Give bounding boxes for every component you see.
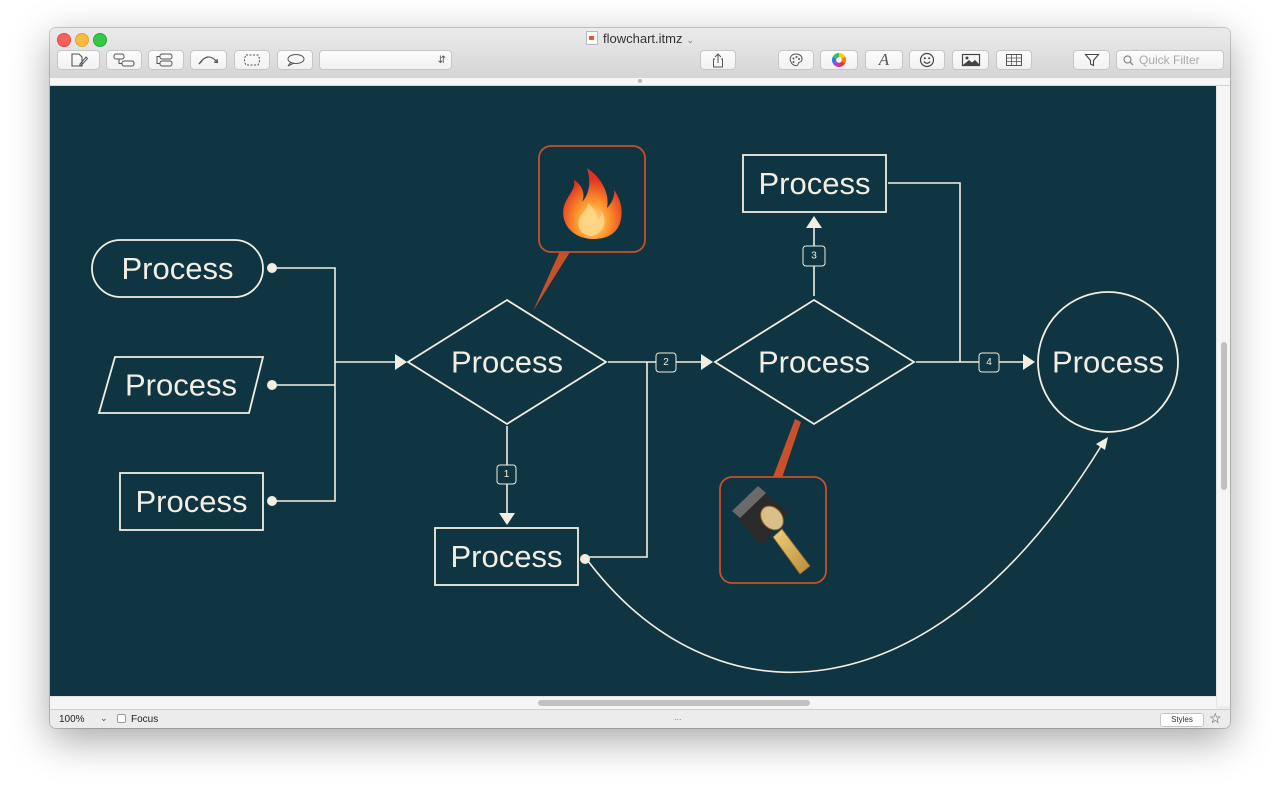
status-center-dots: ...	[674, 712, 682, 722]
styles-button[interactable]: Styles	[1160, 713, 1204, 727]
node-diamond-1[interactable]: Process	[406, 298, 608, 426]
badge-1[interactable]: 1	[496, 464, 517, 485]
new-topic-button[interactable]	[57, 50, 100, 70]
font-icon: A	[878, 50, 890, 69]
image-button[interactable]	[952, 50, 989, 70]
connector-rect-left[interactable]	[272, 362, 336, 502]
badge-3[interactable]: 3	[802, 245, 826, 267]
node-rect-top[interactable]: Process	[742, 154, 887, 213]
node-circle-label: Process	[1052, 345, 1164, 380]
style-popup[interactable]: ⇵	[319, 50, 452, 70]
star-icon[interactable]: ☆	[1209, 710, 1222, 727]
node-diamond-2-label: Process	[758, 345, 870, 380]
badge-4[interactable]: 4	[978, 352, 1000, 373]
new-topic-icon	[70, 53, 88, 67]
node-diamond-2[interactable]: Process	[713, 298, 916, 426]
relationship-button[interactable]	[190, 50, 227, 70]
endpoint-rect-bottom[interactable]	[580, 554, 590, 564]
callout-fire[interactable]	[533, 145, 646, 311]
new-sibling-button[interactable]	[148, 50, 184, 70]
status-bar: 100% ⌄ Focus ... Styles ☆	[50, 709, 1230, 728]
table-button[interactable]	[996, 50, 1032, 70]
arrowhead-curve	[1096, 437, 1108, 450]
horizontal-scroll-thumb[interactable]	[538, 700, 810, 706]
zoom-chevron-icon[interactable]: ⌄	[100, 713, 108, 724]
node-rect-bottom-label: Process	[451, 539, 563, 574]
badge-2[interactable]: 2	[655, 352, 677, 373]
node-diamond-1-label: Process	[451, 345, 563, 380]
palette-button[interactable]	[778, 50, 814, 70]
endpoint-parallelogram[interactable]	[267, 380, 277, 390]
vertical-scroll-thumb[interactable]	[1221, 342, 1227, 490]
focus-checkbox[interactable]	[117, 714, 126, 723]
endpoint-rect-left[interactable]	[267, 496, 277, 506]
badge-1-text: 1	[504, 469, 510, 480]
connector-top-to-4[interactable]	[888, 182, 961, 362]
arrowhead-merge	[395, 354, 407, 370]
palette-icon	[789, 53, 803, 67]
filter-icon	[1083, 53, 1100, 67]
share-icon	[713, 52, 723, 67]
badge-4-text: 4	[986, 357, 992, 368]
font-button[interactable]: A	[865, 50, 903, 70]
smiley-icon	[919, 52, 935, 68]
sibling-topic-icon	[156, 53, 173, 67]
arrowhead-1	[499, 513, 515, 525]
quick-filter-placeholder: Quick Filter	[1139, 53, 1200, 67]
node-parallelogram-label: Process	[125, 368, 237, 403]
child-topic-icon	[113, 53, 135, 67]
node-rect-bottom[interactable]: Process	[434, 527, 579, 586]
diagram-canvas[interactable]: 1 2 3 4 Process Process Process Process …	[50, 86, 1216, 696]
callout-icon	[287, 54, 305, 67]
boundary-button[interactable]	[234, 50, 270, 70]
arrowhead-2	[701, 354, 713, 370]
arrowhead-4	[1023, 354, 1035, 370]
node-rect-left[interactable]: Process	[119, 472, 264, 531]
vertical-scrollbar[interactable]	[1216, 86, 1230, 706]
share-button[interactable]	[700, 50, 736, 70]
connector-bottom-to-2[interactable]	[585, 362, 648, 558]
arrowhead-3	[806, 216, 822, 228]
image-icon	[961, 53, 980, 67]
curved-connector[interactable]	[584, 442, 1104, 673]
new-child-button[interactable]	[106, 50, 142, 70]
flowchart-diagram[interactable]: 1 2 3 4 Process Process Process Process …	[50, 86, 1216, 696]
emoji-button[interactable]	[909, 50, 945, 70]
title-bar: flowchart.itmz ⌄ ⇵ A Quick Filter	[50, 28, 1230, 79]
horizontal-scrollbar[interactable]	[50, 696, 1216, 709]
canvas-ruler	[50, 78, 1230, 86]
window-title[interactable]: flowchart.itmz ⌄	[50, 31, 1230, 46]
quick-filter-field[interactable]: Quick Filter	[1116, 50, 1224, 70]
popup-updown-icon: ⇵	[437, 54, 446, 66]
callout-hammer[interactable]	[719, 419, 827, 584]
title-chevron-icon[interactable]: ⌄	[686, 35, 694, 45]
filter-button[interactable]	[1073, 50, 1110, 70]
node-terminal[interactable]: Process	[91, 239, 264, 298]
table-icon	[1006, 54, 1022, 66]
callout-button[interactable]	[277, 50, 313, 70]
node-circle[interactable]: Process	[1037, 291, 1179, 433]
window-title-text: flowchart.itmz	[602, 31, 683, 46]
color-wheel-icon	[832, 53, 846, 67]
node-rect-top-label: Process	[759, 166, 871, 201]
search-icon	[1123, 54, 1134, 65]
connector-terminal[interactable]	[272, 267, 336, 362]
endpoint-terminal[interactable]	[267, 263, 277, 273]
node-parallelogram[interactable]: Process	[97, 356, 265, 414]
badge-2-text: 2	[663, 357, 669, 368]
node-rect-left-label: Process	[136, 484, 248, 519]
relationship-icon	[198, 56, 218, 65]
node-terminal-label: Process	[122, 251, 234, 286]
app-window: flowchart.itmz ⌄ ⇵ A Quick Filter 1 2 3 …	[50, 28, 1230, 728]
ruler-dot	[638, 79, 642, 83]
badge-3-text: 3	[811, 251, 817, 262]
color-button[interactable]	[820, 50, 858, 70]
document-icon	[585, 31, 598, 45]
boundary-icon	[244, 54, 260, 66]
zoom-level[interactable]: 100%	[59, 714, 85, 725]
focus-label[interactable]: Focus	[131, 714, 158, 725]
